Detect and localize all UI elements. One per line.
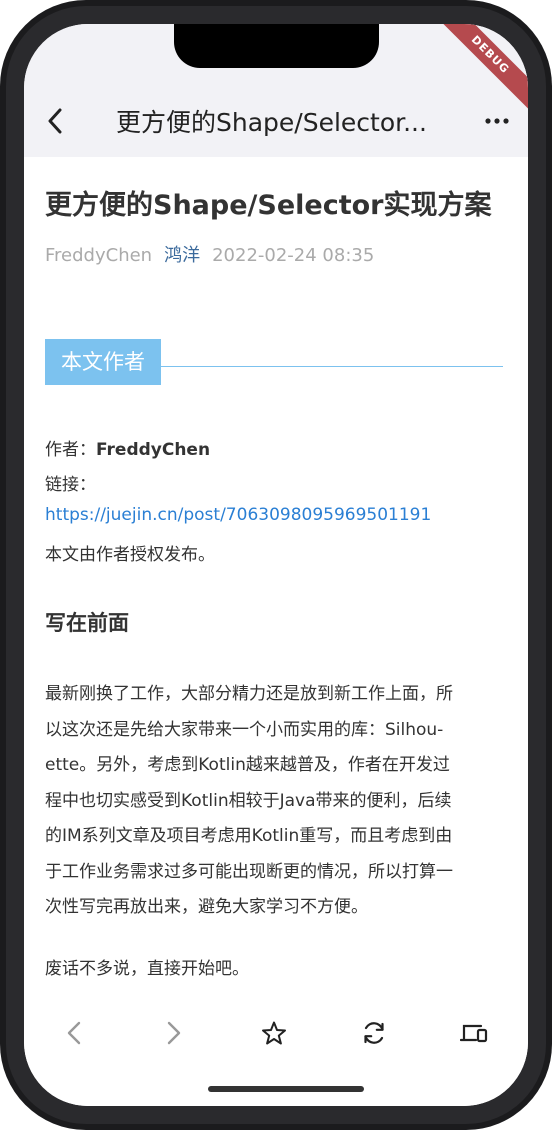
paragraph-line: 最新刚换了工作，大部分精力还是放到新工作上面，所: [45, 684, 453, 704]
paragraph-line: ette。另外，考虑到Kotlin越来越普及，作者在开发过: [45, 755, 450, 775]
favorite-button[interactable]: [254, 1016, 294, 1050]
author-line-value: FreddyChen: [96, 440, 211, 460]
arrow-forward-icon: [167, 1021, 181, 1045]
more-horizontal-icon: [485, 118, 509, 124]
back-button[interactable]: [40, 104, 70, 138]
closing-paragraph: 废话不多说，直接开始吧。: [45, 959, 249, 979]
paragraph-line: 以这次还是先给大家带来一个小而实用的库：Silhou-: [45, 719, 444, 740]
notch: [174, 24, 379, 68]
intro-paragraph: 最新刚换了工作，大部分精力还是放到新工作上面，所 以这次还是先给大家带来一个小而…: [45, 677, 505, 926]
paragraph-line: 的IM系列文章及项目考虑用Kotlin重写，而且考虑到由: [45, 826, 453, 846]
article-meta: FreddyChen 鸿洋 2022-02-24 08:35: [45, 241, 374, 267]
paragraph-line: 程中也切实感受到Kotlin相较于Java带来的便利，后续: [45, 790, 452, 811]
authorized-note: 本文由作者授权发布。: [45, 545, 215, 565]
article-content[interactable]: 更方便的Shape/Selector实现方案 FreddyChen 鸿洋 2022-…: [24, 157, 528, 990]
link-label: 链接：: [45, 475, 96, 495]
author-line-label: 作者：: [45, 440, 96, 460]
paragraph-line: 次性写完再放出来，避免大家学习不方便。: [45, 897, 368, 917]
author-line: 作者：FreddyChen: [45, 435, 210, 460]
arrow-back-icon: [67, 1021, 81, 1045]
article-title: 更方便的Shape/Selector实现方案: [45, 190, 492, 221]
chevron-left-icon: [48, 108, 62, 134]
account-name[interactable]: 鸿洋: [164, 245, 200, 266]
screen: DEBUG 更方便的Shape/Selector... 更方便的Shape/Se…: [24, 24, 528, 1106]
section-divider: [161, 366, 503, 367]
home-indicator[interactable]: [208, 1086, 364, 1092]
browser-forward-button[interactable]: [154, 1016, 194, 1050]
bottom-toolbar: [24, 990, 528, 1106]
paragraph-line: 于工作业务需求过多可能出现断更的情况，所以打算一: [45, 861, 453, 882]
refresh-icon: [364, 1022, 384, 1044]
article-link[interactable]: https://juejin.cn/post/70630980959695011…: [45, 505, 431, 525]
star-icon: [262, 1021, 286, 1045]
more-button[interactable]: [482, 104, 512, 138]
refresh-button[interactable]: [354, 1016, 394, 1050]
browser-back-button[interactable]: [54, 1016, 94, 1050]
section-heading: 写在前面: [45, 611, 129, 635]
author-name: FreddyChen: [45, 245, 153, 266]
phone-frame: DEBUG 更方便的Shape/Selector... 更方便的Shape/Se…: [0, 0, 552, 1130]
page-title: 更方便的Shape/Selector...: [116, 108, 427, 137]
section-label: 本文作者: [45, 339, 161, 385]
devices-button[interactable]: [454, 1016, 494, 1050]
publish-date: 2022-02-24 08:35: [212, 245, 375, 266]
devices-icon: [460, 1024, 488, 1043]
